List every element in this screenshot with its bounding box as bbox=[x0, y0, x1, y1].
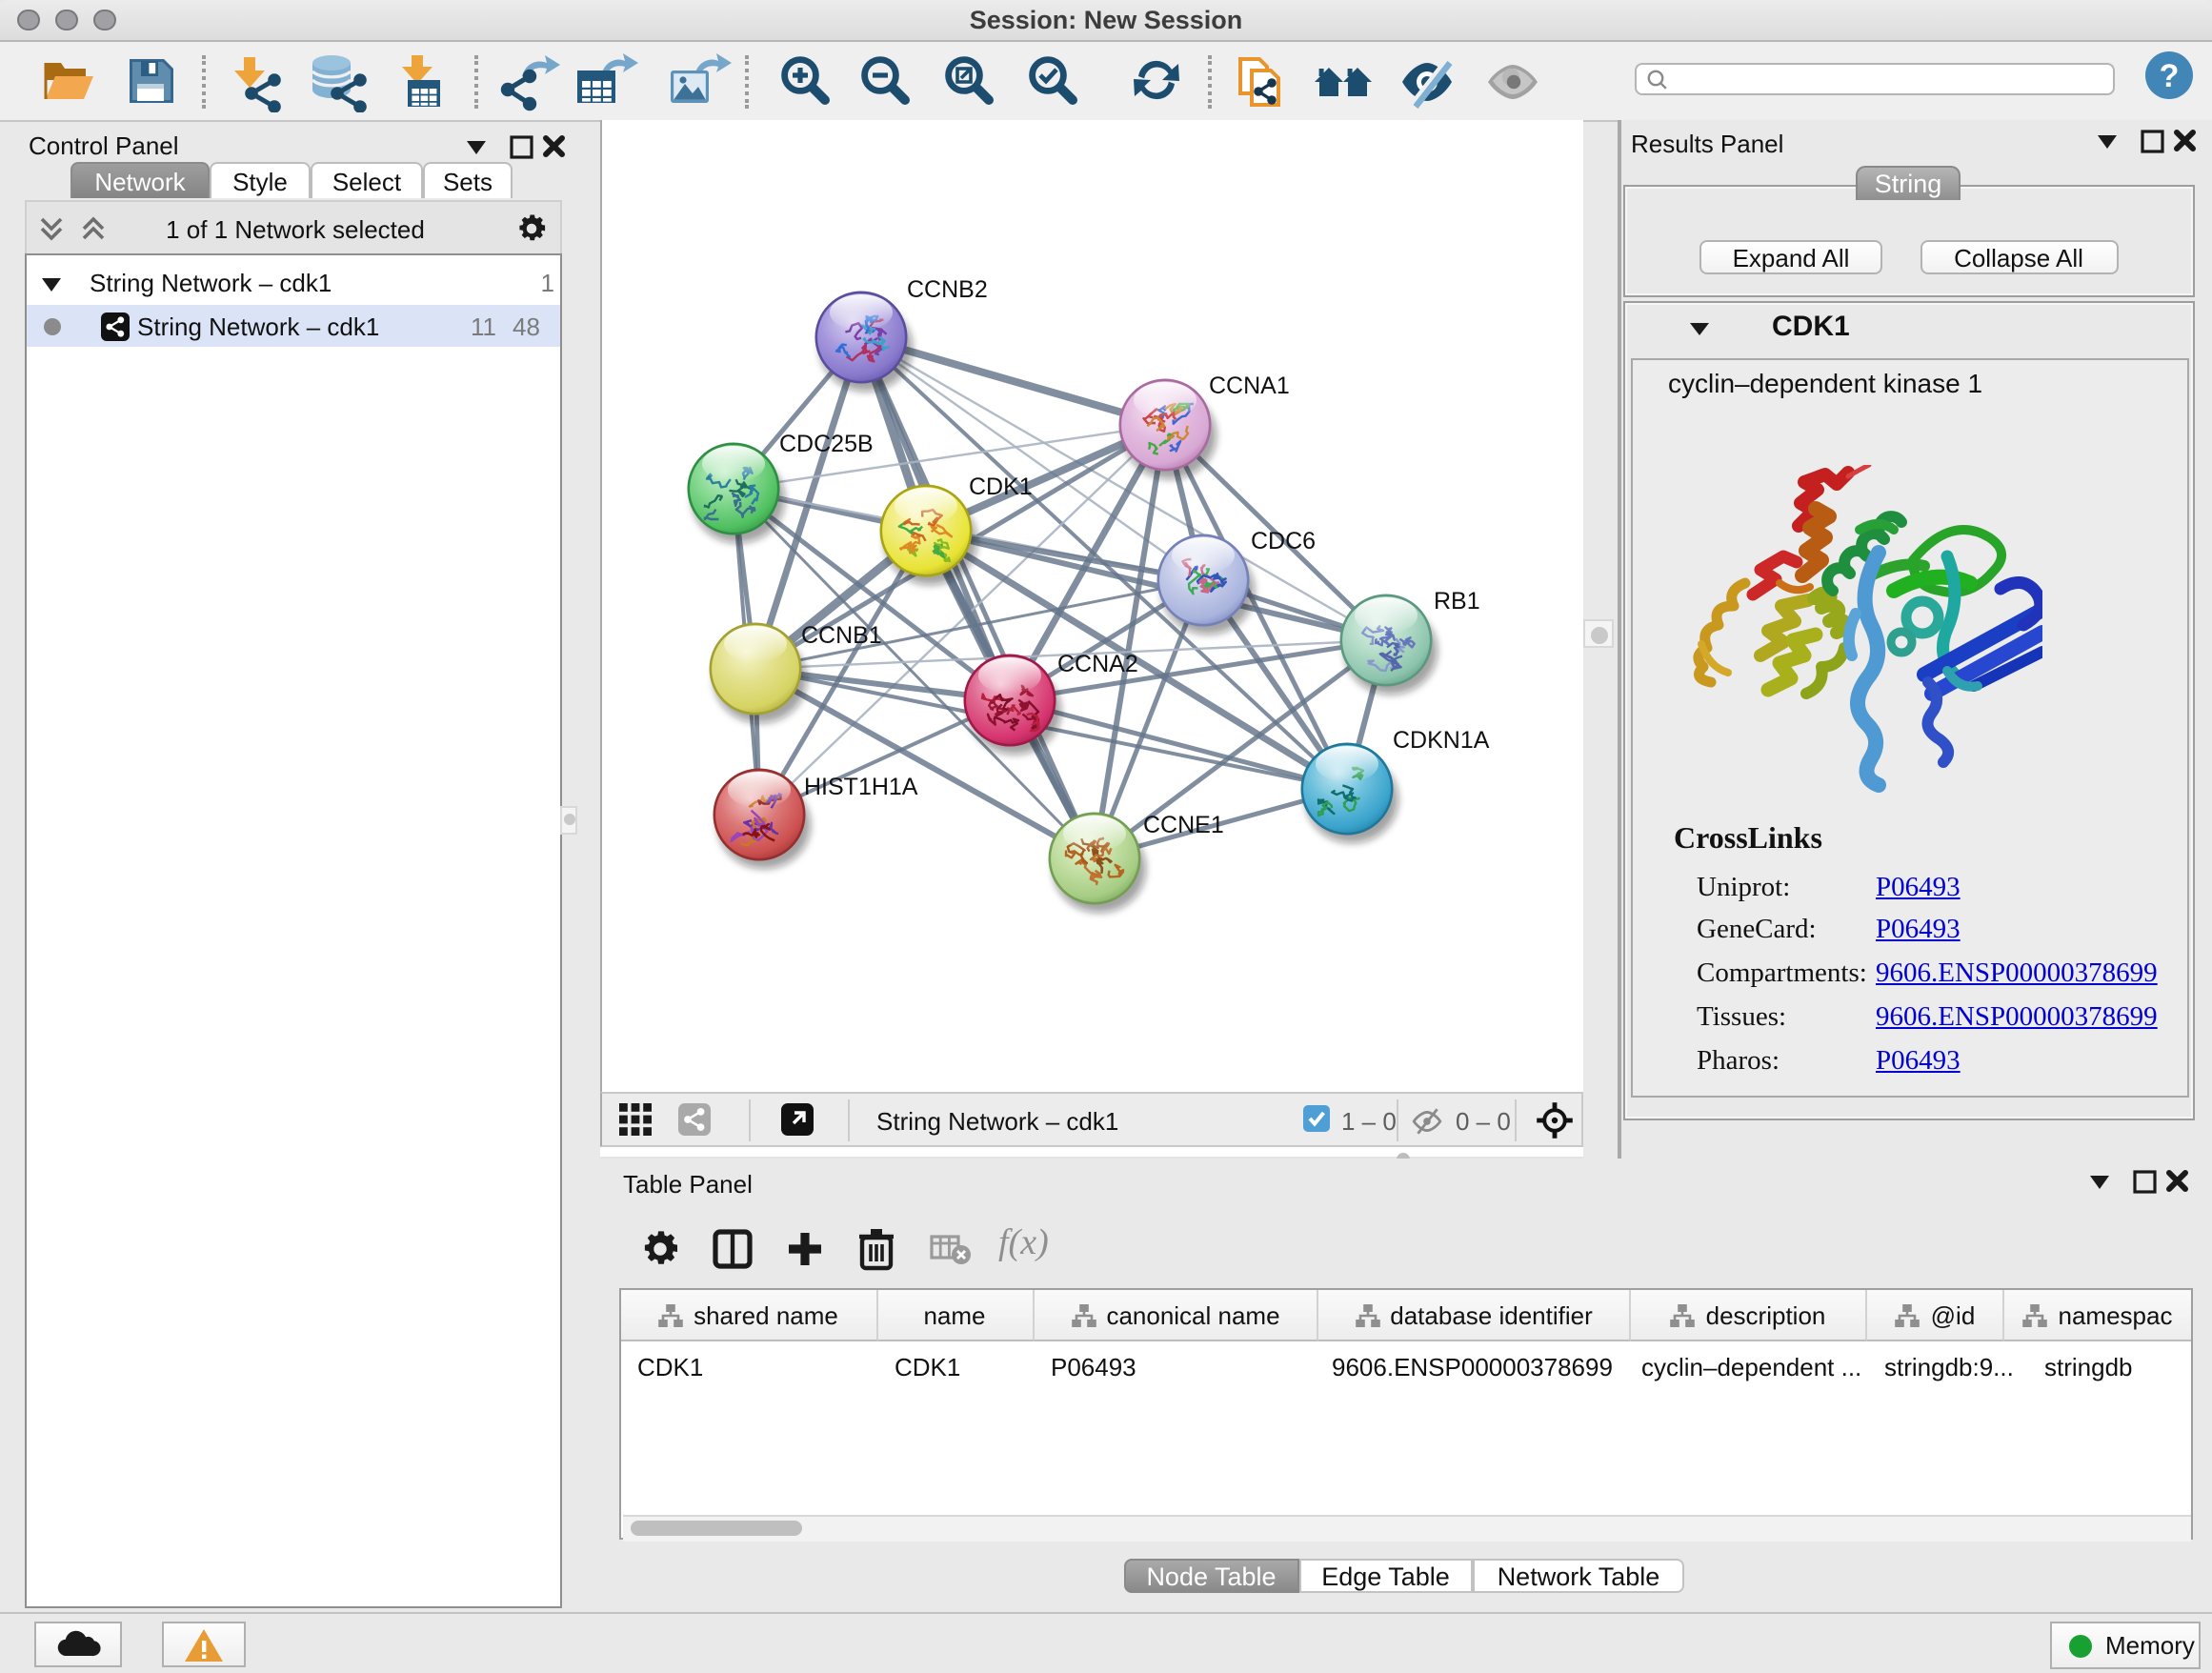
svg-text:CDC6: CDC6 bbox=[1251, 527, 1316, 554]
svg-text:CCNA2: CCNA2 bbox=[1057, 650, 1138, 676]
svg-text:CDKN1A: CDKN1A bbox=[1393, 726, 1490, 753]
svg-text:CDC25B: CDC25B bbox=[779, 430, 874, 456]
svg-text:CCNE1: CCNE1 bbox=[1143, 811, 1224, 837]
svg-text:RB1: RB1 bbox=[1434, 587, 1480, 614]
svg-text:CDK1: CDK1 bbox=[969, 473, 1033, 499]
svg-text:CCNB1: CCNB1 bbox=[801, 621, 882, 648]
svg-text:HIST1H1A: HIST1H1A bbox=[804, 773, 918, 799]
svg-text:CCNB2: CCNB2 bbox=[907, 275, 988, 302]
svg-text:?: ? bbox=[2160, 57, 2180, 93]
svg-text:CCNA1: CCNA1 bbox=[1209, 372, 1290, 398]
